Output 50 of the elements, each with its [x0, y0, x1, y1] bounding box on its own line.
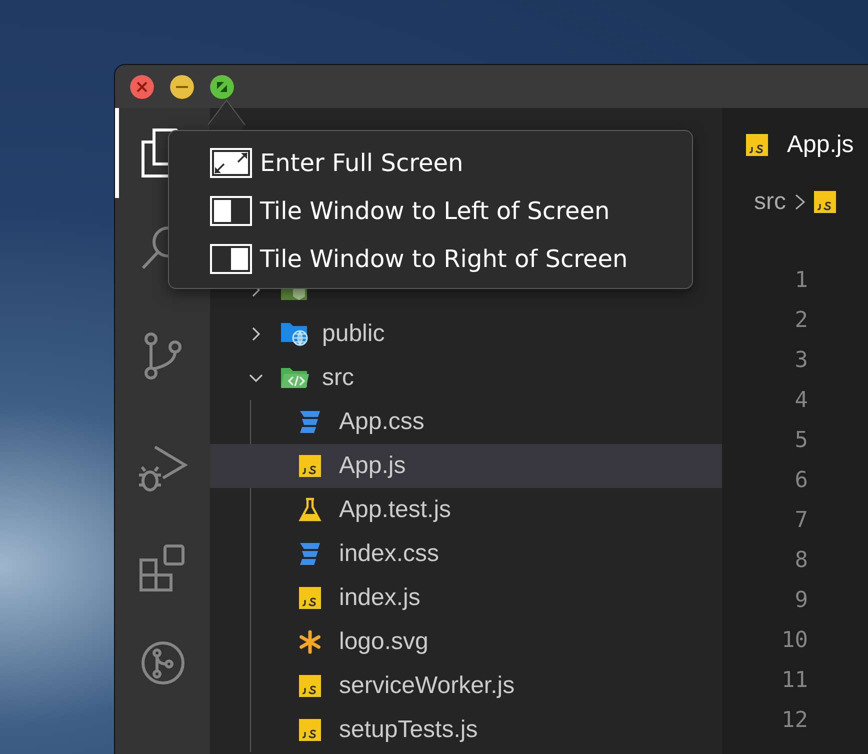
line-number: 12	[780, 708, 808, 732]
line-number: 2	[794, 308, 808, 332]
chevron-right-icon	[794, 193, 806, 211]
line-number: 8	[794, 548, 808, 572]
line-number: 6	[794, 468, 808, 492]
editor-tab[interactable]: App.js	[722, 108, 868, 182]
line-number: 3	[794, 348, 808, 372]
tile-right-icon	[210, 244, 252, 274]
tree-item[interactable]: src	[210, 356, 722, 400]
tree-item[interactable]: public	[210, 312, 722, 356]
tree-item[interactable]: index.js	[210, 576, 722, 620]
line-number: 4	[794, 388, 808, 412]
tree-item[interactable]: logo.svg	[210, 620, 722, 664]
css-file-icon	[298, 409, 322, 435]
minimize-button[interactable]	[170, 74, 194, 98]
tree-item[interactable]: setupTests.js	[210, 708, 722, 752]
js-file-icon	[298, 455, 320, 477]
line-number: 5	[794, 428, 808, 452]
line-number: 9	[794, 588, 808, 612]
asterisk-icon	[298, 630, 322, 654]
git-graph-icon[interactable]	[140, 640, 186, 686]
css-file-icon	[298, 541, 322, 567]
line-number: 1	[794, 268, 808, 292]
extensions-icon[interactable]	[138, 544, 186, 592]
flask-icon	[298, 497, 322, 523]
line-number: 11	[780, 668, 808, 692]
close-button[interactable]	[130, 74, 154, 98]
menu-item[interactable]: Tile Window to Left of Screen	[169, 187, 692, 235]
js-file-icon	[298, 675, 320, 697]
menu-item[interactable]: Enter Full Screen	[169, 139, 692, 187]
folder-globe-icon	[280, 320, 308, 348]
fullscreen-icon	[210, 148, 252, 178]
line-number: 7	[794, 508, 808, 532]
run-debug-icon[interactable]	[136, 443, 188, 493]
tree-item[interactable]: index.css	[210, 532, 722, 576]
js-file-icon	[298, 587, 320, 609]
folder-code-icon	[280, 365, 310, 391]
tree-item[interactable]: App.test.js	[210, 488, 722, 532]
js-file-icon	[298, 719, 320, 741]
js-file-icon	[814, 191, 836, 213]
tree-item[interactable]: serviceWorker.js	[210, 664, 722, 708]
menu-item[interactable]: Tile Window to Right of Screen	[169, 235, 692, 283]
breadcrumb-folder[interactable]: src	[754, 188, 786, 216]
fullscreen-button[interactable]	[210, 74, 234, 98]
tile-left-icon	[210, 196, 252, 226]
tree-item[interactable]: App.css	[210, 400, 722, 444]
line-number: 10	[780, 628, 808, 652]
branch-icon[interactable]	[142, 330, 182, 380]
js-file-icon	[746, 134, 768, 156]
tree-item[interactable]: App.js	[210, 444, 722, 488]
